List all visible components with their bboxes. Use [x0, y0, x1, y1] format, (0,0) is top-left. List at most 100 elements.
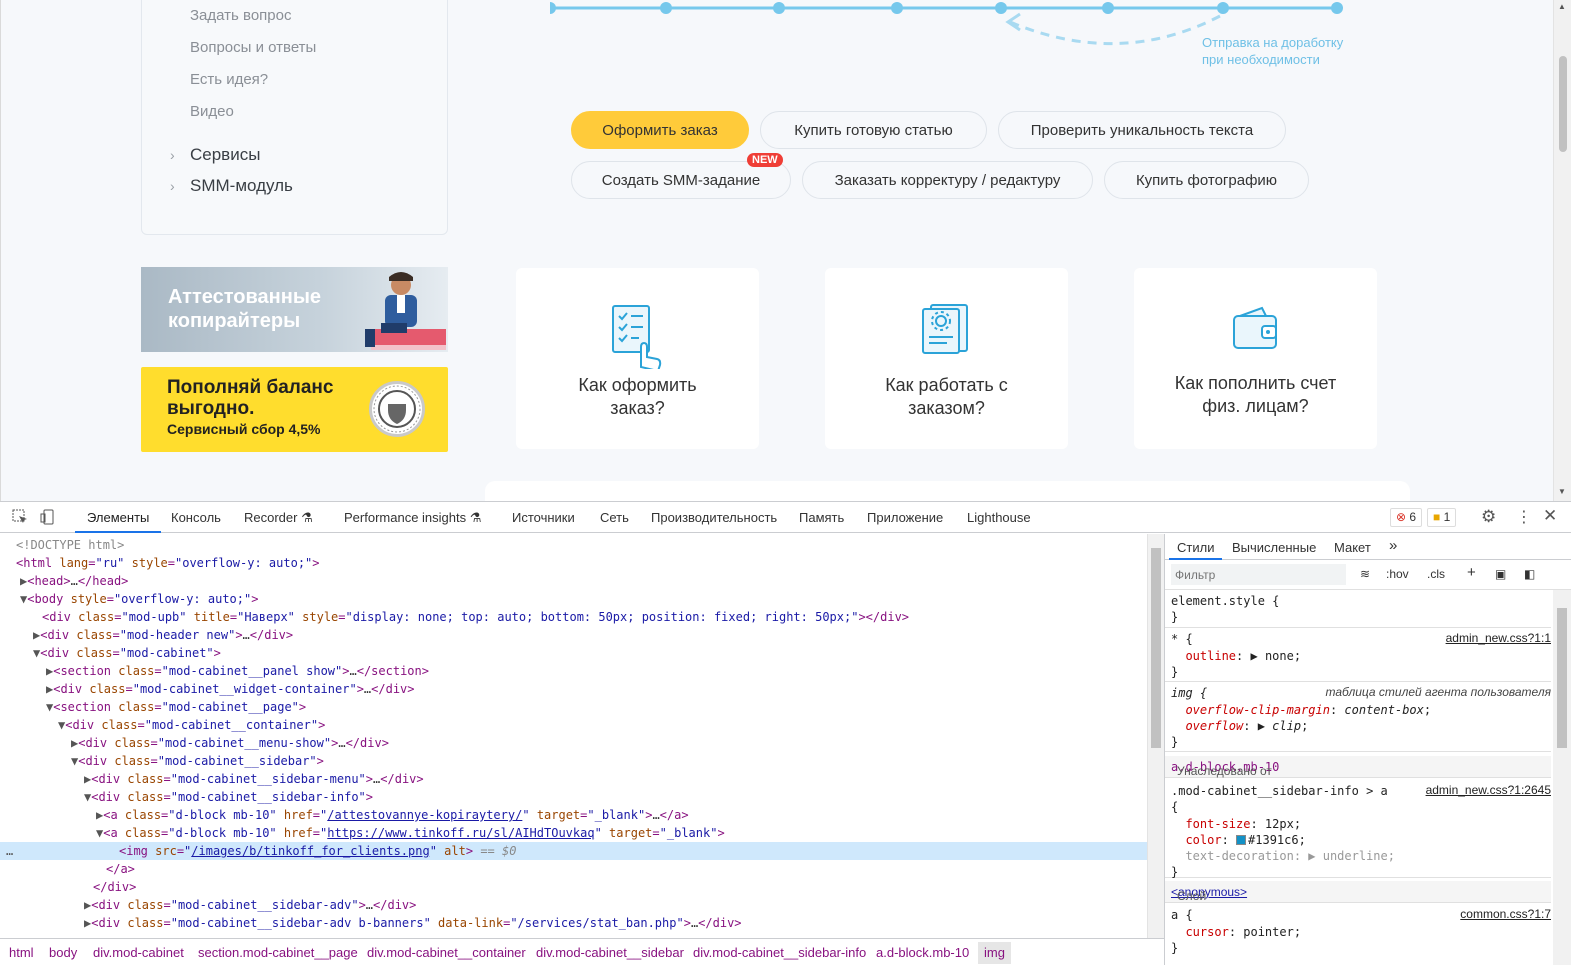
layer-header: Слой <anonymous> [1165, 881, 1551, 903]
hov-button[interactable]: :hov [1386, 567, 1409, 581]
styles-filter-input[interactable] [1171, 564, 1346, 585]
inspect-element-icon[interactable] [12, 509, 28, 528]
breadcrumb-item[interactable]: div.mod-cabinet [93, 945, 184, 960]
add-rule-icon[interactable]: + [1467, 564, 1476, 581]
dom-node[interactable]: ▼<div class="mod-cabinet__sidebar"> [71, 752, 324, 770]
more-tabs-icon[interactable]: » [1389, 537, 1397, 554]
toggle-renderings-icon[interactable]: ≋ [1360, 567, 1370, 581]
style-rule-universal[interactable]: * { admin_new.css?1:1 outline: ▶ none; } [1165, 628, 1551, 682]
dom-node[interactable]: ▶<div class="mod-cabinet__sidebar-adv b-… [84, 914, 742, 932]
help-card-top-up-balance[interactable]: Как пополнить счет физ. лицам? [1134, 268, 1377, 449]
style-rule-sidebar-info-link[interactable]: .mod-cabinet__sidebar-info > a admin_new… [1165, 778, 1551, 879]
dom-node[interactable]: ▼<section class="mod-cabinet__page"> [46, 698, 306, 716]
breadcrumb-item[interactable]: div.mod-cabinet__sidebar [536, 945, 684, 960]
dom-node[interactable]: ▼<div class="mod-cabinet__sidebar-info"> [84, 788, 373, 806]
tab-recorder[interactable]: Recorder ⚗ [244, 510, 313, 526]
rule-source-link[interactable]: common.css?1:7 [1460, 907, 1551, 921]
tab-elements[interactable]: Элементы [74, 510, 162, 533]
style-rule-img-ua[interactable]: img { таблица стилей агента пользователя… [1165, 682, 1551, 752]
settings-gear-icon[interactable]: ⚙ [1481, 507, 1496, 527]
computed-styles-icon[interactable]: ▣ [1495, 567, 1506, 581]
sidebar-item-idea[interactable]: Есть идея? [190, 71, 268, 88]
page-scrollbar[interactable]: ▲ ▼ [1553, 0, 1571, 501]
tab-performance-insights[interactable]: Performance insights ⚗ [344, 510, 481, 526]
dom-node[interactable]: <html lang="ru" style="overflow-y: auto;… [16, 554, 320, 572]
attested-copywriters-banner[interactable]: Аттестованные копирайтеры [141, 267, 448, 352]
buy-photo-button[interactable]: Купить фотографию [1104, 161, 1309, 199]
tab-layout[interactable]: Макет [1334, 540, 1371, 555]
order-proofreading-button[interactable]: Заказать корректуру / редактуру [802, 161, 1093, 199]
rule-source-link[interactable]: admin_new.css?1:2645 [1426, 783, 1551, 797]
tab-network[interactable]: Сеть [600, 510, 629, 525]
dom-node[interactable]: ▶<div class="mod-cabinet__sidebar-menu">… [84, 770, 424, 788]
scrollbar-thumb[interactable] [1559, 56, 1567, 152]
tab-console[interactable]: Консоль [171, 510, 221, 525]
breadcrumb-item[interactable]: div.mod-cabinet__container [367, 945, 526, 960]
tab-application[interactable]: Приложение [867, 510, 943, 525]
dom-node[interactable]: ▼<div class="mod-cabinet"> [33, 644, 221, 662]
breadcrumb-item[interactable]: div.mod-cabinet__sidebar-info [693, 945, 866, 960]
buy-article-button[interactable]: Купить готовую статью [760, 111, 987, 149]
more-options-icon[interactable]: ⋮ [1516, 507, 1532, 527]
tinkoff-balance-banner[interactable]: Пополняй баланс выгодно. Сервисный сбор … [141, 367, 448, 452]
scrollbar-thumb[interactable] [1557, 608, 1567, 748]
breadcrumb-item[interactable]: body [49, 945, 77, 960]
dom-node[interactable]: ▶<a class="d-block mb-10" href="/attesto… [96, 806, 689, 824]
breadcrumb-item[interactable]: img [978, 942, 1011, 964]
breadcrumb-item[interactable]: html [9, 945, 34, 960]
breadcrumb-item[interactable]: a.d-block.mb-10 [876, 945, 969, 960]
dom-node[interactable]: </a> [106, 860, 135, 878]
dom-node[interactable]: ▼<body style="overflow-y: auto;"> [20, 590, 258, 608]
scroll-up-icon[interactable]: ▲ [1558, 2, 1566, 11]
help-card-work-with-order[interactable]: Как работать с заказом? [825, 268, 1068, 449]
dom-node[interactable]: ▶<section class="mod-cabinet__panel show… [46, 662, 429, 680]
help-card-how-to-order[interactable]: Как оформить заказ? [516, 268, 759, 449]
tab-memory[interactable]: Память [799, 510, 844, 525]
dom-node[interactable]: </div> [93, 878, 136, 896]
tab-sources[interactable]: Источники [512, 510, 575, 525]
toggle-sidebar-icon[interactable]: ◧ [1524, 567, 1535, 581]
dom-node[interactable]: ▶<div class="mod-cabinet__menu-show">…</… [71, 734, 389, 752]
warnings-badge[interactable]: ■ 1 [1427, 508, 1457, 527]
dom-node[interactable]: ▶<div class="mod-header new">…</div> [33, 626, 293, 644]
sidebar-item-smm[interactable]: › SMM-модуль [170, 176, 293, 196]
tab-computed[interactable]: Вычисленные [1232, 540, 1316, 555]
tab-performance[interactable]: Производительность [651, 510, 777, 525]
close-icon[interactable]: ✕ [1543, 506, 1557, 526]
rule-source-link[interactable]: admin_new.css?1:1 [1446, 631, 1551, 645]
elements-scrollbar[interactable] [1147, 534, 1164, 938]
flask-icon: ⚗ [301, 510, 313, 525]
chevron-right-icon: › [170, 178, 175, 194]
check-uniqueness-button[interactable]: Проверить уникальность текста [998, 111, 1286, 149]
color-swatch[interactable] [1236, 835, 1247, 845]
cls-button[interactable]: .cls [1427, 567, 1445, 581]
sidebar-item-services[interactable]: › Сервисы [170, 145, 260, 165]
breadcrumb-item[interactable]: section.mod-cabinet__page [198, 945, 358, 960]
dom-node[interactable]: ▶<div class="mod-cabinet__widget-contain… [46, 680, 415, 698]
dom-node[interactable]: <div class="mod-upb" title="Наверх" styl… [42, 608, 909, 626]
sidebar-item-ask[interactable]: Задать вопрос [190, 7, 291, 24]
scrollbar-thumb[interactable] [1151, 548, 1161, 748]
style-rule-anchor[interactable]: a { common.css?1:7 cursor: pointer; } [1165, 903, 1551, 957]
scroll-down-icon[interactable]: ▼ [1558, 487, 1566, 496]
more-dots-icon[interactable]: … [6, 842, 13, 860]
dom-node[interactable]: <!DOCTYPE html> [16, 536, 124, 554]
dom-node[interactable]: ▼<a class="d-block mb-10" href="https://… [96, 824, 725, 842]
tab-lighthouse[interactable]: Lighthouse [967, 510, 1031, 525]
order-button[interactable]: Оформить заказ [571, 111, 749, 149]
style-rule-element[interactable]: element.style { } [1165, 590, 1551, 628]
timeline-caption: Отправка на доработку при необходимости [1202, 35, 1344, 67]
errors-badge[interactable]: ⊗ 6 [1390, 508, 1423, 527]
dom-node[interactable]: ▶<head>…</head> [20, 572, 128, 590]
error-icon: ⊗ [1396, 510, 1407, 524]
sidebar-item-faq[interactable]: Вопросы и ответы [190, 39, 316, 56]
sidebar-item-video[interactable]: Видео [190, 103, 234, 120]
timeline-step [1217, 2, 1229, 14]
styles-scrollbar[interactable] [1553, 590, 1571, 965]
dom-node[interactable]: ▼<div class="mod-cabinet__container"> [58, 716, 325, 734]
tab-styles[interactable]: Стили [1168, 540, 1224, 560]
dom-node[interactable]: ▶<div class="mod-cabinet__sidebar-adv">…… [84, 896, 416, 914]
elements-tree[interactable]: <!DOCTYPE html> <html lang="ru" style="o… [0, 534, 1147, 938]
dom-node-selected[interactable]: … <img src="/images/b/tinkoff_for_clients… [0, 842, 1147, 860]
device-toolbar-icon[interactable] [40, 509, 56, 528]
